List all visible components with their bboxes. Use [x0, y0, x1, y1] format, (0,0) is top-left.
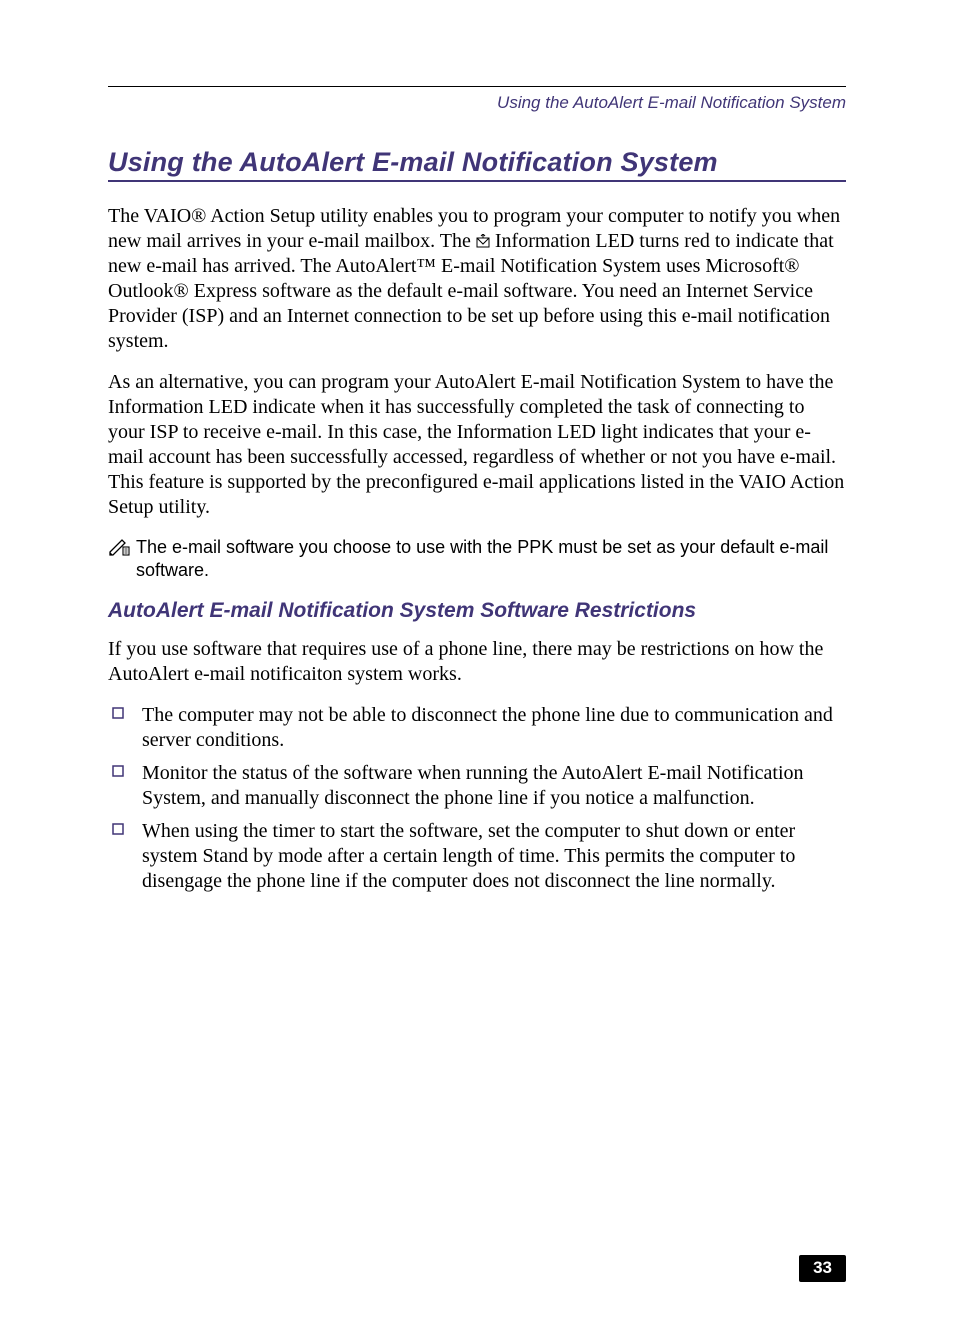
list-item-text: When using the timer to start the softwa…	[142, 819, 846, 894]
list-item: Monitor the status of the software when …	[108, 761, 846, 811]
square-bullet-icon	[108, 819, 142, 835]
paragraph-1: The VAIO® Action Setup utility enables y…	[108, 204, 846, 354]
note-text: The e-mail software you choose to use wi…	[136, 536, 846, 581]
paragraph-2: As an alternative, you can program your …	[108, 370, 846, 520]
section-heading: AutoAlert E-mail Notification System Sof…	[108, 599, 846, 623]
page-title: Using the AutoAlert E-mail Notification …	[108, 147, 846, 178]
square-bullet-icon	[108, 703, 142, 719]
information-led-icon	[476, 230, 490, 244]
square-bullet-icon	[108, 761, 142, 777]
top-rule	[108, 86, 846, 87]
paragraph-3: If you use software that requires use of…	[108, 637, 846, 687]
list-item: The computer may not be able to disconne…	[108, 703, 846, 753]
bullet-list: The computer may not be able to disconne…	[108, 703, 846, 894]
title-rule	[108, 180, 846, 182]
pencil-note-icon	[108, 538, 130, 561]
list-item-text: Monitor the status of the software when …	[142, 761, 846, 811]
list-item-text: The computer may not be able to disconne…	[142, 703, 846, 753]
note-block: The e-mail software you choose to use wi…	[108, 536, 846, 581]
list-item: When using the timer to start the softwa…	[108, 819, 846, 894]
page-number: 33	[799, 1255, 846, 1282]
running-head: Using the AutoAlert E-mail Notification …	[108, 93, 846, 113]
